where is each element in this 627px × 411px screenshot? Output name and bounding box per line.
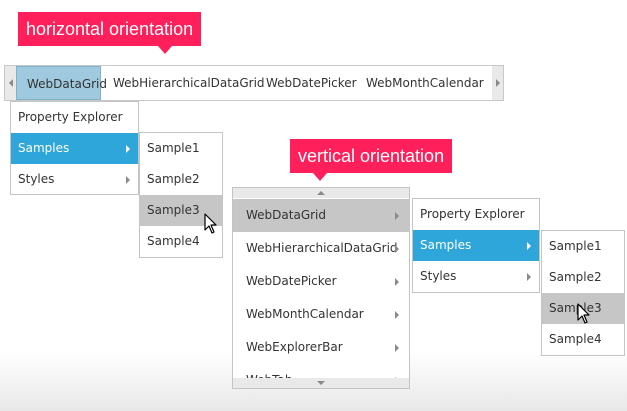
chevron-right-icon [395, 212, 399, 220]
hmenu-item-label: WebHierarchicalDataGrid [113, 76, 265, 90]
chevron-right-icon [495, 79, 500, 87]
vmenu-item-label: WebExplorerBar [246, 340, 343, 354]
vmenu-item-webdatepicker[interactable]: WebDatePicker [233, 265, 409, 298]
chevron-right-icon [395, 245, 399, 253]
vmenu-item-webhierarchicaldatagrid[interactable]: WebHierarchicalDataGrid [233, 232, 409, 265]
hmenu-item-label: WebDatePicker [266, 76, 357, 90]
horizontal-orientation-callout: horizontal orientation [18, 12, 202, 54]
vmenu-item-label: WebDatePicker [246, 274, 337, 288]
submenu-item-samples[interactable]: Samples [11, 133, 138, 164]
sample-item-1[interactable]: Sample1 [140, 133, 222, 164]
hmenu-submenu: Property Explorer Samples Styles [10, 101, 139, 195]
sample-item-2[interactable]: Sample2 [140, 164, 222, 195]
vmenu-item-webmonthcalendar[interactable]: WebMonthCalendar [233, 298, 409, 331]
chevron-down-icon [317, 381, 325, 385]
mouse-pointer-icon [577, 303, 590, 324]
vmenu-item-webdatagrid[interactable]: WebDataGrid [233, 199, 409, 232]
chevron-right-icon [126, 145, 130, 153]
callout-pointer [313, 173, 327, 181]
horizontal-orientation-label: horizontal orientation [26, 19, 194, 39]
submenu-item-samples[interactable]: Samples [413, 230, 539, 261]
sample-item-2[interactable]: Sample2 [542, 262, 624, 293]
hmenu-samples-submenu: Sample1 Sample2 Sample3 Sample4 [139, 132, 223, 258]
horizontal-menu-bar: WebDataGrid WebHierarchicalDataGrid WebD… [4, 65, 504, 101]
submenu-item-label: Samples [420, 238, 472, 252]
submenu-item-styles[interactable]: Styles [11, 164, 138, 195]
submenu-item-property-explorer[interactable]: Property Explorer [413, 199, 539, 230]
hmenu-item-label: WebDataGrid [27, 77, 107, 91]
vmenu-item-label: WebDataGrid [246, 208, 326, 222]
vertical-orientation-callout: vertical orientation [290, 139, 453, 181]
hmenu-item-webdatagrid[interactable]: WebDataGrid [16, 66, 107, 100]
submenu-item-label: Property Explorer [420, 207, 525, 221]
scroll-left-button[interactable] [5, 66, 16, 100]
sample-item-label: Sample2 [147, 172, 200, 186]
vertical-orientation-label: vertical orientation [298, 146, 445, 166]
vmenu-item-label: WebMonthCalendar [246, 307, 364, 321]
hmenu-item-webhierarchicaldatagrid[interactable]: WebHierarchicalDataGrid [103, 66, 275, 100]
sample-item-1[interactable]: Sample1 [542, 231, 624, 262]
submenu-item-label: Styles [420, 269, 457, 283]
chevron-right-icon [527, 242, 531, 250]
hmenu-item-webdatepicker[interactable]: WebDatePicker [256, 66, 367, 100]
sample-item-label: Sample1 [549, 239, 602, 253]
vertical-menu: WebDataGrid WebHierarchicalDataGrid WebD… [232, 187, 410, 389]
vmenu-item-label: WebHierarchicalDataGrid [246, 241, 398, 255]
sample-item-label: Sample3 [147, 203, 200, 217]
hmenu-item-webmonthcalendar[interactable]: WebMonthCalendar [356, 66, 494, 100]
sample-item-label: Sample4 [147, 234, 200, 248]
scroll-up-button[interactable] [233, 188, 409, 198]
mouse-pointer-icon [204, 213, 217, 234]
chevron-right-icon [395, 278, 399, 286]
callout-pointer [158, 46, 172, 54]
chevron-up-icon [317, 191, 325, 195]
submenu-item-label: Property Explorer [18, 110, 123, 124]
submenu-item-styles[interactable]: Styles [413, 261, 539, 292]
chevron-left-icon [8, 79, 13, 87]
vmenu-item-webexplorerbar[interactable]: WebExplorerBar [233, 331, 409, 364]
submenu-item-property-explorer[interactable]: Property Explorer [11, 102, 138, 133]
chevron-right-icon [126, 176, 130, 184]
sample-item-4[interactable]: Sample4 [542, 324, 624, 355]
scroll-right-button[interactable] [492, 66, 503, 100]
sample-item-label: Sample3 [549, 301, 602, 315]
submenu-item-label: Samples [18, 141, 70, 155]
submenu-item-label: Styles [18, 172, 55, 186]
hmenu-item-label: WebMonthCalendar [366, 76, 484, 90]
sample-item-label: Sample4 [549, 332, 602, 346]
chevron-right-icon [395, 311, 399, 319]
sample-item-label: Sample1 [147, 141, 200, 155]
vmenu-submenu: Property Explorer Samples Styles [412, 198, 540, 293]
sample-item-label: Sample2 [549, 270, 602, 284]
scroll-down-button[interactable] [233, 378, 409, 388]
vmenu-samples-submenu: Sample1 Sample2 Sample3 Sample4 [541, 230, 625, 356]
chevron-right-icon [395, 344, 399, 352]
chevron-right-icon [527, 273, 531, 281]
